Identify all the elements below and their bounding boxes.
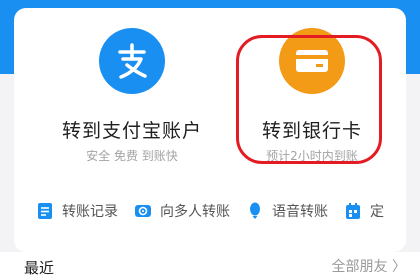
transfer-card: 转到支付宝账户 安全 免费 到账快 转到银行卡 预计2小时内到账 转账记录 向多… (14, 8, 406, 252)
microphone-icon (246, 202, 264, 220)
voice-transfer-label: 语音转账 (272, 204, 328, 220)
record-list-icon (36, 202, 54, 220)
recent-section-header: 最近 全部朋友 〉 (0, 252, 420, 280)
quick-actions-row: 转账记录 向多人转账 语音转账 定 (28, 194, 420, 228)
multi-transfer-label: 向多人转账 (160, 204, 230, 220)
multi-transfer-button[interactable]: 向多人转账 (134, 201, 230, 221)
calendar-icon (344, 202, 362, 220)
red-highlight-circle (236, 35, 382, 164)
alipay-tile-title: 转到支付宝账户 (61, 120, 202, 142)
alipay-tile-subtitle: 安全 免费 到账快 (86, 149, 178, 163)
alipay-logo-icon (99, 28, 165, 94)
all-friends-link[interactable]: 全部朋友 〉 (332, 256, 406, 276)
scheduled-transfer-button[interactable]: 定 (344, 201, 384, 221)
recent-title: 最近 (24, 259, 55, 277)
transfer-records-button[interactable]: 转账记录 (36, 201, 118, 221)
scheduled-transfer-label: 定 (370, 204, 384, 220)
transfer-to-alipay-tile[interactable]: 转到支付宝账户 安全 免费 到账快 (42, 28, 222, 164)
transfer-records-label: 转账记录 (62, 204, 118, 220)
multi-transfer-icon (134, 202, 152, 220)
voice-transfer-button[interactable]: 语音转账 (246, 201, 328, 221)
